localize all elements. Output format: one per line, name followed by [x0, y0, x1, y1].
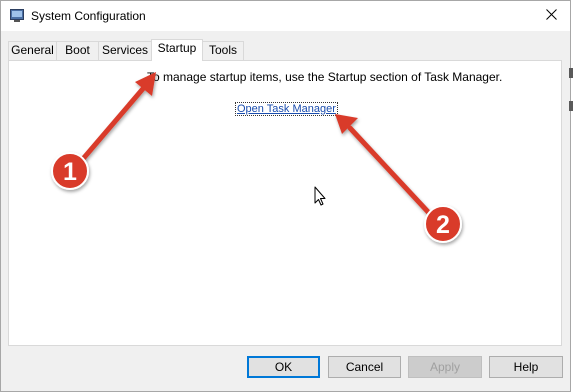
tab-label: Boot [65, 43, 90, 57]
background-window-edge [569, 101, 573, 111]
tab-label: Services [101, 43, 148, 57]
apply-button[interactable]: Apply [408, 356, 482, 378]
close-icon [545, 9, 557, 23]
background-window-edge [569, 68, 573, 78]
open-task-manager-link[interactable]: Open Task Manager [235, 102, 338, 116]
tab-tools[interactable]: Tools [202, 41, 244, 60]
tab-startup[interactable]: Startup [151, 39, 203, 61]
tab-label: Tools [208, 43, 237, 57]
tab-label: Startup [157, 41, 197, 55]
cancel-button[interactable]: Cancel [328, 356, 401, 378]
window-title: System Configuration [31, 9, 146, 23]
system-configuration-window: System Configuration General Boot Servic… [0, 0, 571, 392]
title-bar[interactable]: System Configuration [1, 1, 570, 31]
msconfig-icon [10, 9, 24, 22]
startup-message: To manage startup items, use the Startup… [147, 70, 503, 84]
tab-boot[interactable]: Boot [56, 41, 99, 60]
tab-label: General [11, 43, 54, 57]
help-button[interactable]: Help [489, 356, 563, 378]
close-button[interactable] [532, 1, 570, 31]
tab-services[interactable]: Services [98, 41, 152, 60]
tab-general[interactable]: General [8, 41, 57, 60]
ok-button[interactable]: OK [247, 356, 320, 378]
